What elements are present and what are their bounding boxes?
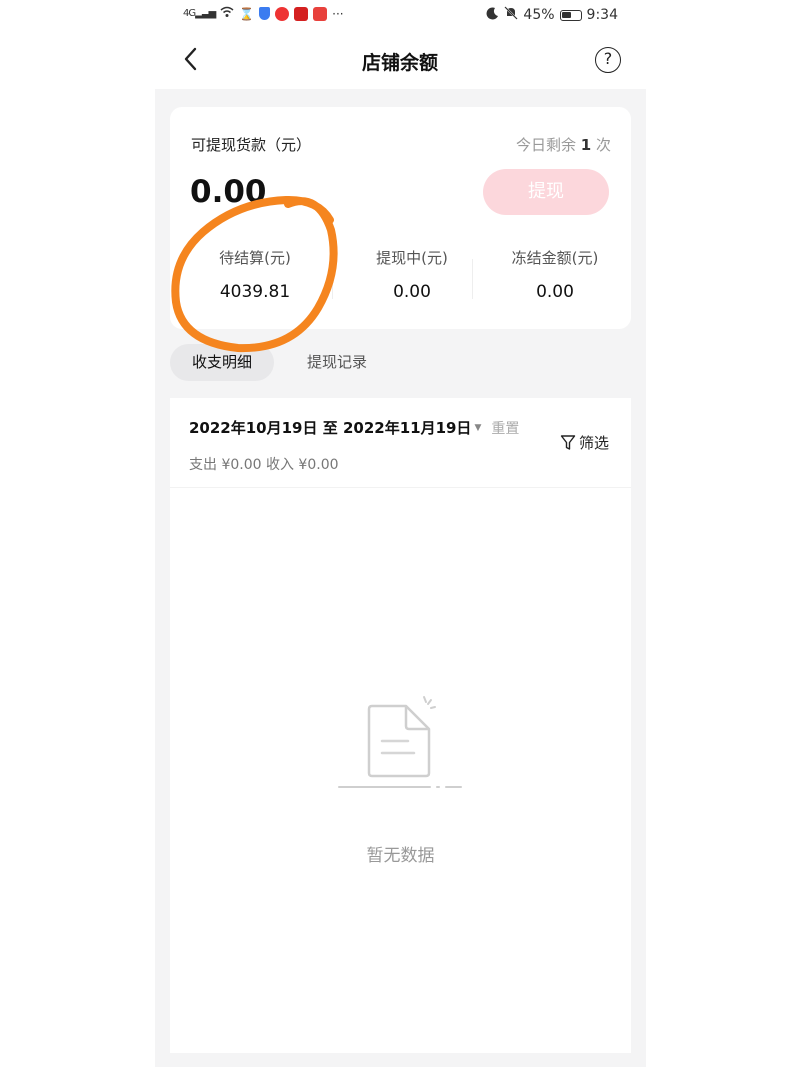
remaining-suffix: 次	[595, 136, 611, 154]
divider	[332, 259, 333, 299]
app-notification-icon	[313, 6, 328, 21]
withdrawable-amount: 0.00	[190, 174, 267, 210]
moon-icon	[486, 6, 499, 24]
stat-value: 0.00	[393, 282, 431, 302]
withdraw-button[interactable]: 提现	[483, 169, 609, 215]
signal-icon: 4G▂▃▅	[183, 8, 216, 19]
filter-button[interactable]: 筛选	[560, 432, 609, 453]
divider	[472, 259, 473, 299]
withdrawing: 提现中(元) 0.00	[352, 247, 472, 302]
status-right: 45% 9:34	[486, 6, 618, 24]
stat-value: 4039.81	[219, 282, 291, 302]
remaining-prefix: 今日剩余	[515, 136, 576, 154]
more-notifications-icon: ···	[332, 6, 344, 21]
help-button[interactable]: ?	[595, 47, 621, 73]
tab-withdraw-records[interactable]: 提现记录	[307, 344, 367, 381]
app-notification-icon	[294, 6, 309, 21]
status-left: 4G▂▃▅ ⌛ ···	[183, 6, 344, 21]
date-range-selector[interactable]: 2022年10月19日 至 2022年11月19日 ▼ 重置	[189, 417, 519, 438]
page-title: 店铺余额	[361, 52, 438, 74]
transaction-list: 2022年10月19日 至 2022年11月19日 ▼ 重置 支出 ¥0.00 …	[170, 398, 631, 1053]
stat-label: 提现中(元)	[376, 249, 448, 267]
filter-bar: 2022年10月19日 至 2022年11月19日 ▼ 重置 支出 ¥0.00 …	[170, 398, 631, 488]
funnel-icon	[560, 435, 576, 450]
stat-label: 待结算(元)	[219, 249, 291, 267]
wifi-icon	[220, 6, 234, 21]
stat-label: 冻结金额(元)	[511, 249, 599, 267]
question-icon: ?	[603, 49, 613, 68]
network-type: 4G	[183, 8, 196, 19]
clock: 9:34	[586, 7, 618, 23]
status-bar: 4G▂▃▅ ⌛ ··· 45% 9:34	[0, 0, 800, 34]
mute-bell-icon	[504, 6, 519, 24]
caret-down-icon: ▼	[474, 422, 482, 433]
withdrawable-label: 可提现货款（元）	[191, 136, 312, 154]
content-panel: 可提现货款（元） 今日剩余 1 次 0.00 提现 待结算(元) 4039.81…	[155, 89, 646, 1067]
shield-icon	[259, 7, 271, 20]
stat-value: 0.00	[536, 282, 574, 302]
battery-percent: 45%	[523, 7, 555, 23]
battery-icon	[559, 9, 582, 21]
balance-card: 可提现货款（元） 今日剩余 1 次 0.00 提现 待结算(元) 4039.81…	[170, 107, 631, 329]
pending-settlement: 待结算(元) 4039.81	[195, 247, 315, 302]
tab-income-expense[interactable]: 收支明细	[170, 344, 274, 381]
filter-label: 筛选	[579, 434, 610, 452]
empty-state-text: 暂无数据	[366, 846, 435, 866]
frozen-amount: 冻结金额(元) 0.00	[495, 247, 615, 302]
date-range-text: 2022年10月19日 至 2022年11月19日	[189, 419, 472, 437]
remaining-count: 1	[580, 136, 592, 154]
app-header: 店铺余额 ?	[155, 34, 645, 89]
app-notification-icon	[275, 6, 290, 21]
remaining-withdrawals: 今日剩余 1 次	[516, 134, 611, 155]
hourglass-icon: ⌛	[239, 6, 255, 21]
empty-document-icon	[338, 696, 462, 788]
reset-button[interactable]: 重置	[491, 418, 519, 438]
filter-summary: 支出 ¥0.00 收入 ¥0.00	[189, 457, 339, 473]
